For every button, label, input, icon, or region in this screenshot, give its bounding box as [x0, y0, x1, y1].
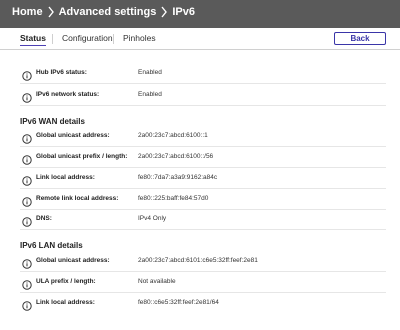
ipv6-network-status-value: Enabled: [138, 91, 162, 98]
breadcrumb-advanced-settings[interactable]: Advanced settings: [59, 6, 157, 18]
wan-link-local-label: Link local address:: [36, 174, 95, 181]
chevron-right-icon: [156, 6, 172, 18]
tab-divider: [113, 34, 114, 44]
lan-section-title: IPv6 LAN details: [20, 241, 83, 250]
wan-remote-link-local-label: Remote link local address:: [36, 195, 119, 202]
breadcrumb-ipv6: IPv6: [172, 6, 196, 18]
info-icon[interactable]: [22, 152, 32, 165]
tab-configuration[interactable]: Configuration: [62, 33, 113, 43]
wan-dns-value: IPv4 Only: [138, 215, 167, 222]
hub-ipv6-status-label: Hub IPv6 status:: [36, 69, 87, 76]
lan-global-unicast-value: 2a00:23c7:abcd:6101:c6e5:32ff:feef:2e81: [138, 257, 258, 264]
lan-row: ULA prefix / length: Not available: [20, 273, 386, 293]
top-nav-bar: Home Advanced settings IPv6: [0, 0, 400, 28]
info-icon[interactable]: [22, 194, 32, 207]
wan-row: Link local address: fe80::7da7:a3a9:9162…: [20, 169, 386, 189]
hub-ipv6-status-row: Hub IPv6 status: Enabled: [20, 64, 386, 84]
wan-section-title: IPv6 WAN details: [20, 117, 85, 126]
info-icon[interactable]: [22, 173, 32, 186]
wan-row: Global unicast prefix / length: 2a00:23c…: [20, 148, 386, 168]
wan-global-unicast-value: 2a00:23c7:abcd:6100::1: [138, 132, 208, 139]
breadcrumb-home[interactable]: Home: [12, 6, 43, 18]
lan-ula-prefix-value: Not available: [138, 278, 176, 285]
tab-pinholes[interactable]: Pinholes: [123, 33, 156, 43]
info-icon[interactable]: [22, 131, 32, 144]
info-icon[interactable]: [22, 277, 32, 290]
info-icon[interactable]: [22, 298, 32, 311]
wan-prefix-label: Global unicast prefix / length:: [36, 153, 128, 160]
wan-prefix-value: 2a00:23c7:abcd:6100::/56: [138, 153, 214, 160]
wan-link-local-value: fe80::7da7:a3a9:9162:a84c: [138, 174, 218, 181]
info-icon[interactable]: [22, 68, 32, 81]
back-button[interactable]: Back: [334, 32, 386, 45]
chevron-right-icon: [43, 6, 59, 18]
wan-row: DNS: IPv4 Only: [20, 210, 386, 230]
wan-dns-label: DNS:: [36, 215, 52, 222]
wan-remote-link-local-value: fe80::225:baff:fe84:57d0: [138, 195, 209, 202]
info-icon[interactable]: [22, 90, 32, 103]
hub-ipv6-status-value: Enabled: [138, 69, 162, 76]
lan-link-local-label: Link local address:: [36, 299, 95, 306]
wan-row: Global unicast address: 2a00:23c7:abcd:6…: [20, 127, 386, 147]
tab-status[interactable]: Status: [20, 33, 46, 46]
lan-row: Global unicast address: 2a00:23c7:abcd:6…: [20, 252, 386, 272]
lan-row: Link local address: fe80::c6e5:32ff:feef…: [20, 294, 386, 314]
ipv6-network-status-row: IPv6 network status: Enabled: [20, 86, 386, 106]
wan-row: Remote link local address: fe80::225:baf…: [20, 190, 386, 210]
info-icon[interactable]: [22, 214, 32, 227]
wan-global-unicast-label: Global unicast address:: [36, 132, 110, 139]
lan-global-unicast-label: Global unicast address:: [36, 257, 110, 264]
lan-link-local-value: fe80::c6e5:32ff:feef:2e81/64: [138, 299, 219, 306]
info-icon[interactable]: [22, 256, 32, 269]
tab-divider: [52, 34, 53, 44]
lan-ula-prefix-label: ULA prefix / length:: [36, 278, 96, 285]
breadcrumb: Home Advanced settings IPv6: [12, 6, 195, 18]
ipv6-network-status-label: IPv6 network status:: [36, 91, 100, 98]
